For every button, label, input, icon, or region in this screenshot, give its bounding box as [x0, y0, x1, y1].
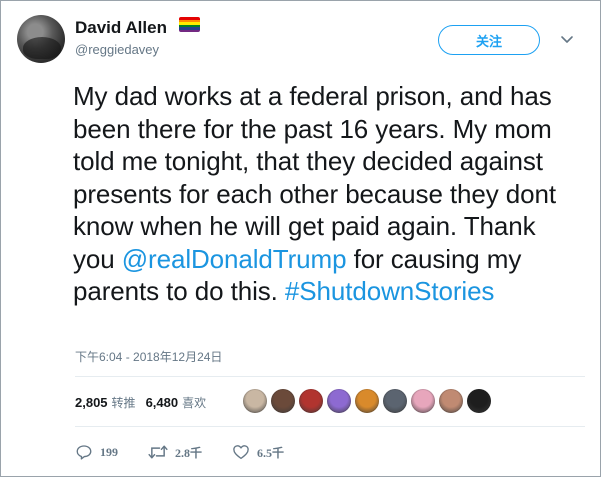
liker-avatar[interactable]: [271, 389, 295, 413]
reply-icon: [76, 445, 92, 460]
liker-avatar[interactable]: [411, 389, 435, 413]
liker-avatar[interactable]: [439, 389, 463, 413]
engagement-stats: 2,805 转推 6,480 喜欢: [75, 394, 206, 411]
likes-label: 喜欢: [182, 396, 207, 410]
retweets-label: 转推: [111, 396, 136, 410]
retweet-icon: [148, 445, 168, 459]
liker-avatar[interactable]: [243, 389, 267, 413]
tweet-timestamp[interactable]: 下午6:04 - 2018年12月24日: [75, 348, 222, 365]
reply-button[interactable]: 199: [75, 443, 118, 461]
mention-link[interactable]: @realDonaldTrump: [122, 244, 347, 274]
likes-stat[interactable]: 6,480 喜欢: [145, 395, 207, 410]
retweet-count: 2.8千: [175, 445, 203, 460]
liker-avatars: [243, 389, 491, 415]
chevron-down-icon[interactable]: [559, 31, 575, 47]
like-button[interactable]: 6.5千: [232, 443, 284, 461]
author-name[interactable]: David Allen: [75, 18, 167, 38]
like-count: 6.5千: [257, 445, 285, 460]
divider: [75, 426, 585, 427]
rainbow-flag-emoji: [179, 17, 200, 32]
liker-avatar[interactable]: [355, 389, 379, 413]
author-avatar[interactable]: [17, 15, 65, 63]
liker-avatar[interactable]: [299, 389, 323, 413]
author-handle[interactable]: @reggiedavey: [75, 42, 159, 57]
liker-avatar[interactable]: [467, 389, 491, 413]
follow-button[interactable]: 关注: [438, 25, 540, 55]
divider: [75, 376, 585, 377]
retweets-count: 2,805: [75, 395, 108, 410]
heart-icon: [233, 445, 249, 460]
hashtag-link[interactable]: #ShutdownStories: [285, 276, 495, 306]
tweet-card: David Allen @reggiedavey 关注 My dad works…: [0, 0, 601, 477]
reply-count: 199: [100, 444, 118, 459]
tweet-actions: 199 2.8千 6.5千: [75, 441, 284, 463]
tweet-text: My dad works at a federal prison, and ha…: [73, 80, 583, 308]
liker-avatar[interactable]: [327, 389, 351, 413]
retweets-stat[interactable]: 2,805 转推: [75, 395, 136, 410]
liker-avatar[interactable]: [383, 389, 407, 413]
retweet-button[interactable]: 2.8千: [148, 443, 202, 461]
likes-count: 6,480: [145, 395, 179, 410]
